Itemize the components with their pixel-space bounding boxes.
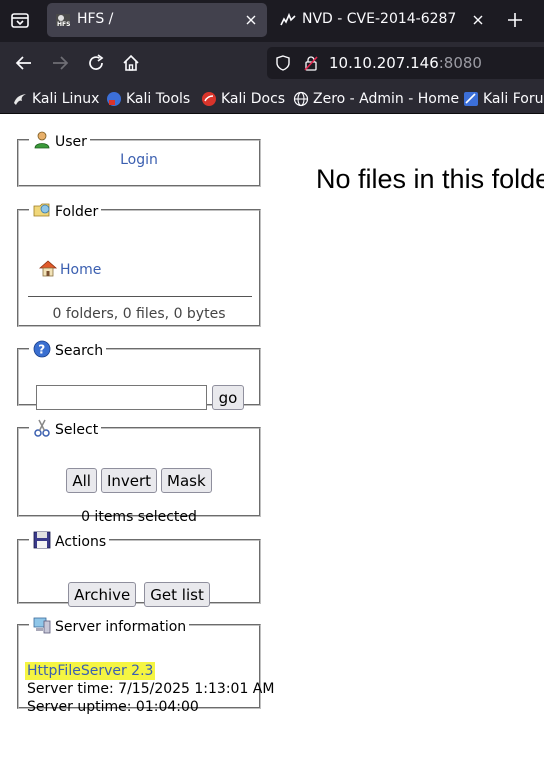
folder-legend-label: Folder (55, 204, 99, 220)
bookmark-label: Kali Tools (126, 91, 191, 107)
kali-dragon-icon (14, 94, 26, 105)
tab-title: HFS / (77, 11, 114, 27)
select-buttons: All Invert Mask (19, 468, 259, 493)
back-arrow-icon[interactable] (13, 52, 35, 74)
help-question-icon: ? (33, 340, 51, 358)
search-panel: ? Search go (17, 339, 261, 410)
floppy-disk-icon (33, 531, 51, 549)
bookmarks-toolbar: Kali Linux Kali Tools Kali Docs Zero - A… (0, 84, 544, 114)
go-button[interactable]: go (212, 385, 244, 410)
bookmark-label: Kali Forums (483, 91, 544, 107)
navigation-toolbar: 10.10.207.146:8080 (0, 42, 544, 84)
folder-panel: Folder Home 0 folders, 0 files, 0 bytes (17, 200, 261, 327)
home-link[interactable]: Home (38, 258, 101, 278)
close-icon[interactable] (472, 14, 484, 26)
url-host: 10.10.207.146 (329, 54, 439, 72)
actions-legend-label: Actions (55, 534, 107, 550)
forward-arrow-icon[interactable] (49, 52, 71, 74)
close-icon[interactable] (245, 14, 257, 26)
user-icon (34, 131, 50, 149)
folder-legend: Folder (29, 200, 101, 220)
tab-nvd[interactable]: NVD - CVE-2014-6287 (272, 3, 494, 37)
select-panel: Select All Invert Mask 0 items selected (17, 418, 261, 525)
server-uptime: Server uptime: 01:04:00 (27, 699, 199, 715)
select-legend: Select (29, 418, 101, 438)
login-link[interactable]: Login (19, 152, 259, 168)
hfs-favicon-icon: HFS (56, 14, 70, 28)
kali-tools-icon (107, 92, 121, 106)
server-time: Server time: 7/15/2025 1:13:01 AM (27, 681, 275, 697)
server-computer-icon (33, 617, 51, 634)
user-panel: User Login (17, 130, 261, 187)
bookmark-kali-docs[interactable]: Kali Docs (201, 90, 285, 108)
home-icon (38, 260, 58, 277)
url-text[interactable]: 10.10.207.146:8080 (329, 54, 482, 72)
tab-bar: HFS HFS / NVD - CVE-2014-6287 (0, 0, 544, 42)
server-info-legend-label: Server information (55, 619, 187, 635)
server-info-panel: Server information HttpFileServer 2.3 Se… (17, 615, 274, 715)
no-files-message: No files in this folder (316, 164, 544, 194)
url-port: :8080 (438, 54, 482, 72)
kali-forums-icon (464, 92, 478, 106)
action-buttons: Archive Get list (19, 582, 259, 607)
tab-list-icon[interactable] (9, 9, 31, 31)
mask-button[interactable]: Mask (161, 468, 212, 493)
invert-selection-button[interactable]: Invert (100, 468, 158, 493)
selected-count: 0 items selected (81, 509, 197, 525)
tab-hfs[interactable]: HFS HFS / (47, 3, 267, 37)
user-legend-label: User (55, 134, 87, 150)
folder-icon (33, 203, 50, 217)
get-list-button[interactable]: Get list (144, 582, 210, 607)
kali-docs-icon (202, 92, 216, 106)
scissors-icon (34, 419, 50, 437)
search-legend-label: Search (55, 343, 104, 359)
search-legend: ? Search (29, 339, 106, 359)
archive-button[interactable]: Archive (68, 582, 137, 607)
hfs-version-link[interactable]: HttpFileServer 2.3 (25, 662, 156, 680)
home-icon[interactable] (120, 52, 142, 74)
bookmark-kali-forums[interactable]: Kali Forums (463, 90, 544, 108)
svg-text:HFS: HFS (57, 21, 70, 28)
hfs-page: User Login Folder Home 0 folders, 0 file… (0, 114, 544, 762)
new-tab-icon[interactable] (505, 10, 525, 30)
select-legend-label: Select (55, 422, 99, 438)
svg-text:?: ? (38, 343, 45, 357)
bookmark-kali-linux[interactable]: Kali Linux (12, 90, 99, 108)
actions-legend: Actions (29, 530, 109, 550)
tab-title: NVD - CVE-2014-6287 (302, 11, 457, 27)
insecure-lock-icon[interactable] (304, 55, 318, 71)
user-legend: User (29, 130, 90, 150)
bookmark-label: Kali Linux (32, 91, 100, 107)
home-link-label[interactable]: Home (60, 262, 101, 278)
folder-summary: 0 folders, 0 files, 0 bytes (52, 306, 226, 322)
divider (28, 296, 252, 297)
bookmark-label: Zero - Admin - Home (313, 91, 460, 107)
nvd-favicon-icon (280, 12, 296, 26)
search-input[interactable] (36, 385, 207, 410)
globe-icon (293, 91, 309, 107)
bookmark-zero-admin[interactable]: Zero - Admin - Home (293, 90, 459, 108)
actions-panel: Actions Archive Get list (17, 530, 261, 607)
reload-icon[interactable] (85, 52, 107, 74)
server-info-legend: Server information (29, 615, 189, 635)
bookmark-label: Kali Docs (221, 91, 286, 107)
tracking-shield-icon[interactable] (275, 55, 291, 71)
server-info-text: HttpFileServer 2.3 Server time: 7/15/202… (25, 662, 275, 716)
bookmark-kali-tools[interactable]: Kali Tools (106, 90, 190, 108)
url-bar[interactable]: 10.10.207.146:8080 (267, 47, 544, 79)
select-all-button[interactable]: All (66, 468, 97, 493)
